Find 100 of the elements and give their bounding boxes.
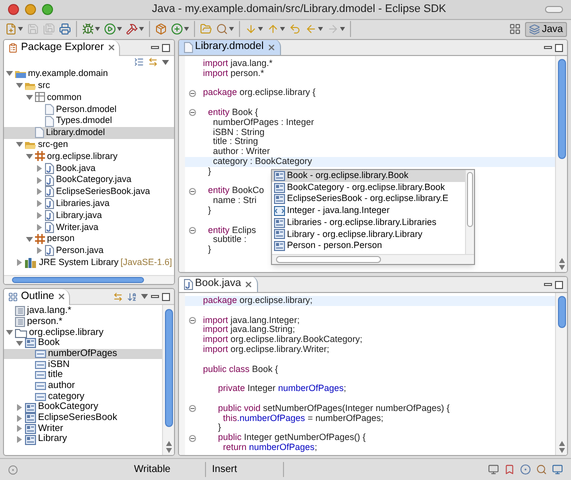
scrollbar[interactable] — [465, 170, 474, 254]
target-icon[interactable] — [520, 464, 531, 475]
completion-item[interactable]: BookCategory - org.eclipse.library.Book — [272, 182, 465, 194]
maximize-icon[interactable] — [555, 280, 563, 288]
minimize-window-button[interactable] — [25, 4, 36, 15]
tree-item[interactable]: Library — [4, 434, 162, 445]
zoom-window-button[interactable] — [42, 4, 53, 15]
sort-icon[interactable] — [127, 292, 137, 302]
scrollbar-thumb[interactable] — [558, 296, 566, 328]
tree-item[interactable]: Person.dmodel — [4, 103, 174, 116]
maximize-icon[interactable] — [555, 44, 563, 52]
tree-item[interactable]: Types.dmodel — [4, 115, 174, 127]
monitor-icon[interactable] — [552, 464, 563, 475]
editor-tab[interactable]: Library.dmodel — [179, 40, 281, 55]
collapse-arrow-icon[interactable] — [6, 70, 13, 78]
tree-item[interactable]: numberOfPages — [4, 348, 162, 360]
scrollbar-thumb[interactable] — [467, 172, 473, 227]
editor-tab[interactable]: Book.java — [179, 277, 258, 292]
scrollbar[interactable] — [555, 56, 567, 272]
open-perspective-icon[interactable] — [508, 23, 521, 35]
tree-item[interactable]: EclipseSeriesBook — [4, 412, 162, 424]
collapse-arrow-icon[interactable] — [26, 152, 33, 160]
tree-item[interactable]: Writer — [4, 424, 162, 434]
tree-item[interactable]: BookCategory.java — [4, 174, 174, 186]
toolbar-toggle-button[interactable] — [545, 6, 563, 13]
tree-item[interactable]: Book — [4, 338, 162, 349]
tree-item[interactable]: author — [4, 380, 162, 392]
scrollbar-thumb[interactable] — [558, 59, 566, 159]
view-tab[interactable]: Package Explorer — [4, 40, 120, 56]
tree-item[interactable]: BookCategory — [4, 402, 162, 413]
tree-item[interactable]: java.lang.* — [4, 306, 162, 317]
collapse-all-icon[interactable] — [134, 57, 144, 67]
expand-arrow-icon[interactable] — [36, 224, 43, 231]
collapse-arrow-icon[interactable] — [26, 94, 33, 101]
scrollbar[interactable] — [555, 293, 567, 455]
collapse-arrow-icon[interactable] — [6, 329, 13, 336]
bookmark-icon[interactable] — [504, 464, 515, 475]
tree-item[interactable]: iSBN — [4, 359, 162, 370]
collapse-arrow-icon[interactable] — [16, 141, 23, 148]
fold-icon[interactable] — [188, 109, 196, 116]
scroll-down-icon[interactable] — [166, 448, 172, 453]
maximize-icon[interactable] — [162, 292, 170, 300]
minimize-icon[interactable] — [544, 280, 552, 288]
tree-item[interactable]: Person.java — [4, 244, 174, 257]
expand-arrow-icon[interactable] — [16, 414, 23, 422]
close-icon[interactable] — [108, 44, 115, 51]
view-menu-icon[interactable] — [162, 60, 169, 64]
close-icon[interactable] — [58, 293, 66, 300]
collapse-arrow-icon[interactable] — [16, 340, 23, 347]
tree-item[interactable]: Writer.java — [4, 221, 174, 234]
tree-item[interactable]: org.eclipse.library — [4, 327, 162, 338]
toolbar-button[interactable] — [58, 21, 72, 37]
scroll-up-icon[interactable] — [558, 258, 564, 263]
completion-item[interactable]: Integer - java.lang.Integer — [272, 205, 465, 217]
scrollbar[interactable] — [162, 305, 174, 455]
view-tab[interactable]: Outline — [4, 289, 70, 304]
view-menu-icon[interactable] — [141, 294, 148, 299]
expand-arrow-icon[interactable] — [16, 436, 23, 444]
completion-item[interactable]: Libraries - org.eclipse.library.Libraries — [272, 216, 465, 228]
minimize-icon[interactable] — [151, 44, 159, 52]
close-window-button[interactable] — [8, 4, 19, 15]
tree-item[interactable]: Library.java — [4, 210, 174, 222]
expand-arrow-icon[interactable] — [36, 200, 43, 208]
scroll-up-icon[interactable] — [558, 441, 564, 446]
fold-icon[interactable] — [188, 90, 196, 97]
fold-icon[interactable] — [188, 226, 196, 234]
perspective-button[interactable]: Java — [524, 22, 567, 36]
expand-arrow-icon[interactable] — [36, 212, 43, 219]
fold-icon[interactable] — [188, 405, 196, 412]
tree-item[interactable]: src — [4, 80, 174, 92]
tree-item[interactable]: Library.dmodel — [4, 126, 174, 139]
expand-arrow-icon[interactable] — [36, 188, 43, 196]
minimize-icon[interactable] — [151, 292, 159, 300]
toolbar-button[interactable] — [4, 21, 24, 37]
tree-item[interactable]: Libraries.java — [4, 198, 174, 210]
scroll-up-icon[interactable] — [166, 441, 172, 446]
toolbar-button[interactable] — [103, 21, 123, 37]
tree-item[interactable]: my.example.domain — [4, 68, 174, 80]
expand-arrow-icon[interactable] — [16, 425, 23, 432]
toolbar-button[interactable] — [81, 21, 101, 37]
scrollbar-thumb[interactable] — [276, 256, 381, 263]
scroll-down-icon[interactable] — [558, 265, 564, 270]
minimize-icon[interactable] — [544, 44, 552, 52]
expand-arrow-icon[interactable] — [36, 176, 43, 184]
close-icon[interactable] — [245, 280, 252, 288]
tree-item[interactable]: EclipseSeriesBook.java — [4, 186, 174, 198]
fold-icon[interactable] — [188, 316, 196, 324]
tree-item[interactable]: src-gen — [4, 138, 174, 151]
tree-item[interactable]: title — [4, 370, 162, 381]
link-arrows-icon[interactable] — [113, 292, 123, 302]
completion-item[interactable]: Book - org.eclipse.library.Book — [272, 170, 465, 182]
link-arrows-icon[interactable] — [148, 57, 158, 67]
toolbar-button[interactable] — [215, 21, 235, 37]
scrollbar-thumb[interactable] — [12, 277, 144, 283]
horizontal-scrollbar[interactable] — [4, 275, 174, 284]
expand-arrow-icon[interactable] — [36, 247, 43, 254]
tree-item[interactable]: person — [4, 233, 174, 245]
expand-arrow-icon[interactable] — [16, 404, 23, 412]
completion-item[interactable]: Library - org.eclipse.library.Library — [272, 228, 465, 240]
scrollbar-thumb[interactable] — [165, 309, 173, 427]
